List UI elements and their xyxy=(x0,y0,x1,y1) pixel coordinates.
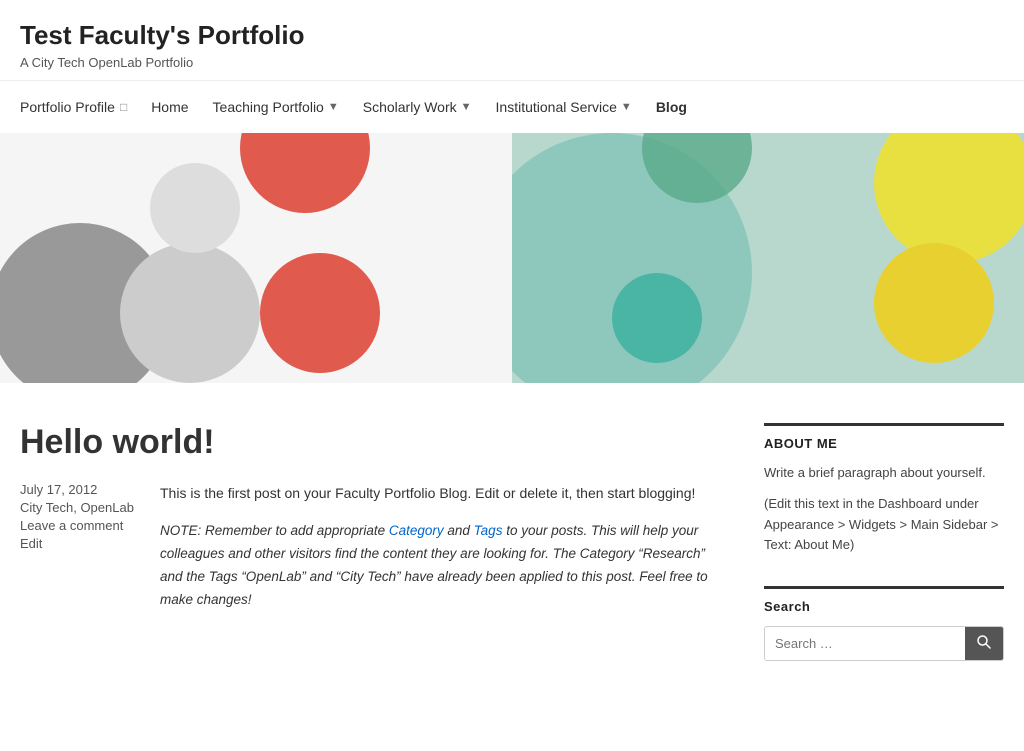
post-excerpt: This is the first post on your Faculty P… xyxy=(160,482,724,612)
search-icon xyxy=(977,635,991,649)
site-description: A City Tech OpenLab Portfolio xyxy=(20,55,1004,70)
search-input[interactable] xyxy=(765,627,965,660)
nav-item-blog[interactable]: Blog xyxy=(644,81,699,133)
chevron-down-icon: ▼ xyxy=(461,101,472,113)
hero-right xyxy=(512,133,1024,383)
decorative-shape xyxy=(260,253,380,373)
post-intro: This is the first post on your Faculty P… xyxy=(160,482,724,506)
decorative-shape xyxy=(120,243,260,383)
tags-link[interactable]: Tags xyxy=(474,523,503,538)
decorative-shape xyxy=(874,133,1024,263)
site-header: Test Faculty's Portfolio A City Tech Ope… xyxy=(0,0,1024,80)
post-categories: City Tech, OpenLab xyxy=(20,500,140,515)
nav-item-portfolio-profile[interactable]: Portfolio Profile □ xyxy=(20,81,139,133)
external-link-icon: □ xyxy=(120,100,127,114)
chevron-down-icon: ▼ xyxy=(328,101,339,113)
decorative-shape xyxy=(874,243,994,363)
post-note: NOTE: Remember to add appropriate Catego… xyxy=(160,520,724,612)
nav-item-institutional-service[interactable]: Institutional Service ▼ xyxy=(484,81,644,133)
nav-item-scholarly-work[interactable]: Scholarly Work ▼ xyxy=(351,81,484,133)
decorative-shape xyxy=(612,273,702,363)
search-widget: Search xyxy=(764,586,1004,661)
sidebar: ABOUT ME Write a brief paragraph about y… xyxy=(764,423,1004,691)
about-widget-text: Write a brief paragraph about yourself. xyxy=(764,463,1004,484)
site-title: Test Faculty's Portfolio xyxy=(20,20,1004,51)
post-date: July 17, 2012 xyxy=(20,482,140,497)
about-widget: ABOUT ME Write a brief paragraph about y… xyxy=(764,423,1004,556)
main-content: Hello world! July 17, 2012 City Tech, Op… xyxy=(20,423,724,691)
decorative-shape xyxy=(150,163,240,253)
nav-item-teaching-portfolio[interactable]: Teaching Portfolio ▼ xyxy=(201,81,351,133)
post-title: Hello world! xyxy=(20,423,724,462)
search-form xyxy=(764,626,1004,661)
hero-banner xyxy=(0,133,1024,383)
decorative-shape xyxy=(240,133,370,213)
main-navigation: Portfolio Profile □ Home Teaching Portfo… xyxy=(0,80,1024,133)
nav-item-home[interactable]: Home xyxy=(139,81,200,133)
search-widget-title: Search xyxy=(764,586,1004,614)
post-body: This is the first post on your Faculty P… xyxy=(160,482,724,626)
post-layout: July 17, 2012 City Tech, OpenLab Leave a… xyxy=(20,482,724,626)
about-widget-edit: (Edit this text in the Dashboard under A… xyxy=(764,494,1004,556)
chevron-down-icon: ▼ xyxy=(621,101,632,113)
search-button[interactable] xyxy=(965,627,1003,660)
post-meta: July 17, 2012 City Tech, OpenLab Leave a… xyxy=(20,482,140,626)
content-wrapper: Hello world! July 17, 2012 City Tech, Op… xyxy=(0,383,1024,731)
hero-left xyxy=(0,133,512,383)
post-comments-link[interactable]: Leave a comment xyxy=(20,518,140,533)
post-edit-link[interactable]: Edit xyxy=(20,536,140,551)
category-link[interactable]: Category xyxy=(389,523,444,538)
about-widget-title: ABOUT ME xyxy=(764,423,1004,451)
